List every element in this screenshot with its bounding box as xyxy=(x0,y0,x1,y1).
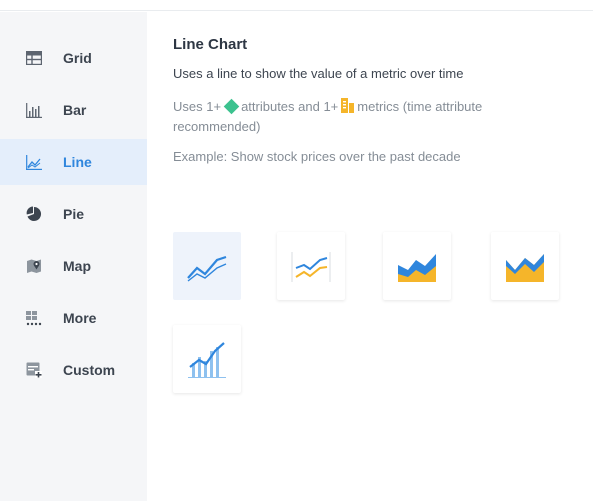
sidebar-item-label: More xyxy=(63,310,97,326)
requirement-attributes: attributes and 1+ xyxy=(241,99,339,114)
line-chart-variant-icon xyxy=(187,255,227,282)
area-chart-variant-icon xyxy=(398,254,436,282)
chart-example: Example: Show stock prices over the past… xyxy=(173,149,461,164)
stacked-area-variant-tile[interactable] xyxy=(491,232,559,300)
line-variant-tile[interactable] xyxy=(173,232,241,300)
sidebar-item-label: Bar xyxy=(63,102,87,118)
chart-description: Uses a line to show the value of a metri… xyxy=(173,66,464,81)
chart-type-sidebar: Grid Bar Line Pie Map More Custom xyxy=(0,12,147,501)
sidebar-item-custom[interactable]: Custom xyxy=(0,347,147,393)
sidebar-item-label: Map xyxy=(63,258,91,274)
sidebar-item-more[interactable]: More xyxy=(0,295,147,341)
sidebar-item-label: Line xyxy=(63,154,92,170)
sidebar-item-map[interactable]: Map xyxy=(0,243,147,289)
dual-line-chart-variant-icon xyxy=(291,252,331,282)
requirement-prefix: Uses 1+ xyxy=(173,99,222,114)
sidebar-item-label: Custom xyxy=(63,362,116,378)
sidebar-item-pie[interactable]: Pie xyxy=(0,191,147,237)
more-icon xyxy=(25,309,43,327)
chart-requirements: Uses 1+ attributes and 1+ metrics (time at… xyxy=(173,98,573,136)
top-border xyxy=(0,0,593,11)
chart-type-detail: Line Chart Uses a line to show the value… xyxy=(147,12,593,501)
line-bar-combo-variant-icon xyxy=(188,342,226,378)
bar-chart-icon xyxy=(25,101,43,119)
metric-icon xyxy=(341,98,355,118)
line-and-bar-variant-tile[interactable] xyxy=(173,325,241,393)
stacked-area-chart-variant-icon xyxy=(506,254,544,282)
sidebar-item-line[interactable]: Line xyxy=(0,139,147,185)
sidebar-item-bar[interactable]: Bar xyxy=(0,87,147,133)
pie-chart-icon xyxy=(25,205,43,223)
dual-axis-line-variant-tile[interactable] xyxy=(277,232,345,300)
sidebar-item-grid[interactable]: Grid xyxy=(0,35,147,81)
sidebar-item-label: Grid xyxy=(63,50,92,66)
grid-icon xyxy=(25,49,43,67)
line-chart-icon xyxy=(25,153,43,171)
map-icon xyxy=(25,257,43,275)
custom-icon xyxy=(25,361,43,379)
sidebar-item-label: Pie xyxy=(63,206,85,222)
attribute-icon xyxy=(223,98,240,115)
page-title: Line Chart xyxy=(173,36,248,53)
area-variant-tile[interactable] xyxy=(383,232,451,300)
